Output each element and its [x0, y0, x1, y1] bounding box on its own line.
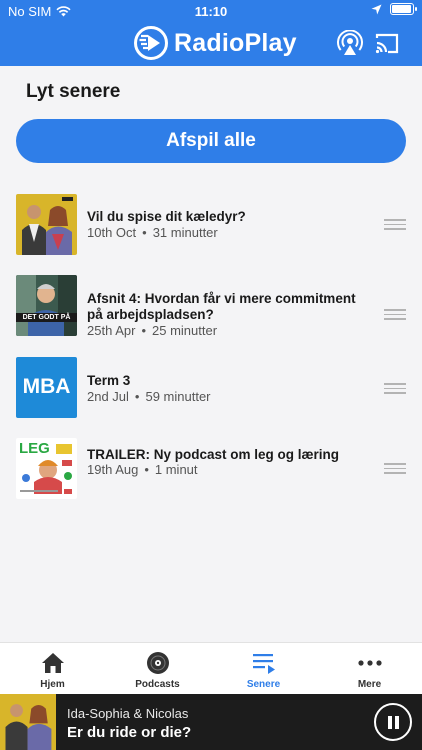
pause-icon	[388, 716, 392, 729]
episode-meta: 2nd Jul • 59 minutter	[87, 389, 211, 404]
episode-meta: 25th Apr • 25 minutter	[87, 323, 217, 338]
app-header: No SIM 11:10 RadioPlay	[0, 0, 422, 66]
tab-label: Senere	[246, 679, 281, 690]
thumbnail-caption: MBA	[22, 375, 71, 398]
episode-thumbnail: DET GODT PÅ	[16, 275, 77, 336]
episode-title: Term 3	[87, 373, 131, 388]
episode-title: Afsnit 4: Hvordan får vi mere commitment…	[87, 291, 377, 323]
player-title: Er du ride or die?	[67, 724, 192, 741]
meta-separator: •	[134, 389, 140, 404]
tab-label: Hjem	[40, 679, 65, 690]
location-icon	[371, 4, 382, 14]
tab-mere[interactable]: Mere	[317, 643, 422, 695]
pause-icon	[395, 716, 399, 729]
radioplay-logo-icon	[134, 26, 168, 60]
episode-duration: 1 minut	[154, 462, 198, 477]
episode-date: 25th Apr	[87, 323, 136, 338]
episode-thumbnail	[16, 194, 77, 255]
status-time: 11:10	[194, 4, 228, 19]
player-subtitle: Ida-Sophia & Nicolas	[67, 706, 189, 721]
episode-duration: 59 minutter	[145, 389, 211, 404]
battery-icon	[390, 3, 417, 15]
playlist-icon	[253, 654, 275, 674]
episode-title-line1: Afsnit 4: Hvordan får vi mere commitment	[87, 291, 356, 306]
meta-separator: •	[141, 323, 146, 338]
episode-title-line2: på arbejdspladsen?	[87, 307, 214, 322]
episode-duration: 25 minutter	[152, 323, 218, 338]
drag-handle-icon[interactable]	[384, 309, 406, 323]
meta-separator: •	[144, 462, 149, 477]
brand-logo: RadioPlay	[134, 25, 297, 61]
more-dots-icon	[358, 660, 382, 666]
pause-button[interactable]	[374, 703, 412, 741]
brand-name: RadioPlay	[174, 28, 297, 57]
now-playing-artwork	[0, 694, 56, 750]
tab-senere[interactable]: Senere	[211, 643, 316, 695]
mini-player[interactable]: Ida-Sophia & Nicolas Er du ride or die?	[0, 694, 422, 750]
page-title: Lyt senere	[26, 81, 121, 102]
status-bar: No SIM 11:10	[0, 0, 422, 22]
home-icon	[42, 653, 64, 673]
episode-duration: 31 minutter	[152, 225, 218, 240]
episode-date: 19th Aug	[87, 462, 139, 477]
drag-handle-icon[interactable]	[384, 219, 406, 233]
episode-meta: 10th Oct • 31 minutter	[87, 225, 218, 240]
episode-meta: 19th Aug • 1 minut	[87, 462, 198, 477]
thumbnail-caption: DET GODT PÅ	[22, 314, 71, 321]
tab-label: Podcasts	[135, 679, 180, 690]
tab-podcasts[interactable]: Podcasts	[105, 643, 210, 695]
tab-bar: Hjem Podcasts Senere Mere	[0, 642, 422, 694]
drag-handle-icon[interactable]	[384, 383, 406, 397]
episode-thumbnail: LEG	[16, 438, 77, 499]
play-all-button[interactable]: Afspil alle	[16, 119, 406, 163]
podcast-disc-icon	[147, 652, 169, 674]
episode-title: TRAILER: Ny podcast om leg og læring	[87, 447, 340, 462]
airplay-icon[interactable]	[336, 30, 364, 58]
episode-date: 2nd Jul	[87, 389, 129, 404]
tab-label: Mere	[357, 679, 382, 690]
episode-thumbnail: MBA	[16, 357, 77, 418]
tab-home[interactable]: Hjem	[0, 643, 105, 695]
drag-handle-icon[interactable]	[384, 463, 406, 477]
episode-title: Vil du spise dit kæledyr?	[87, 209, 246, 224]
episode-date: 10th Oct	[87, 225, 137, 240]
meta-separator: •	[142, 225, 147, 240]
cast-icon[interactable]	[373, 30, 401, 58]
